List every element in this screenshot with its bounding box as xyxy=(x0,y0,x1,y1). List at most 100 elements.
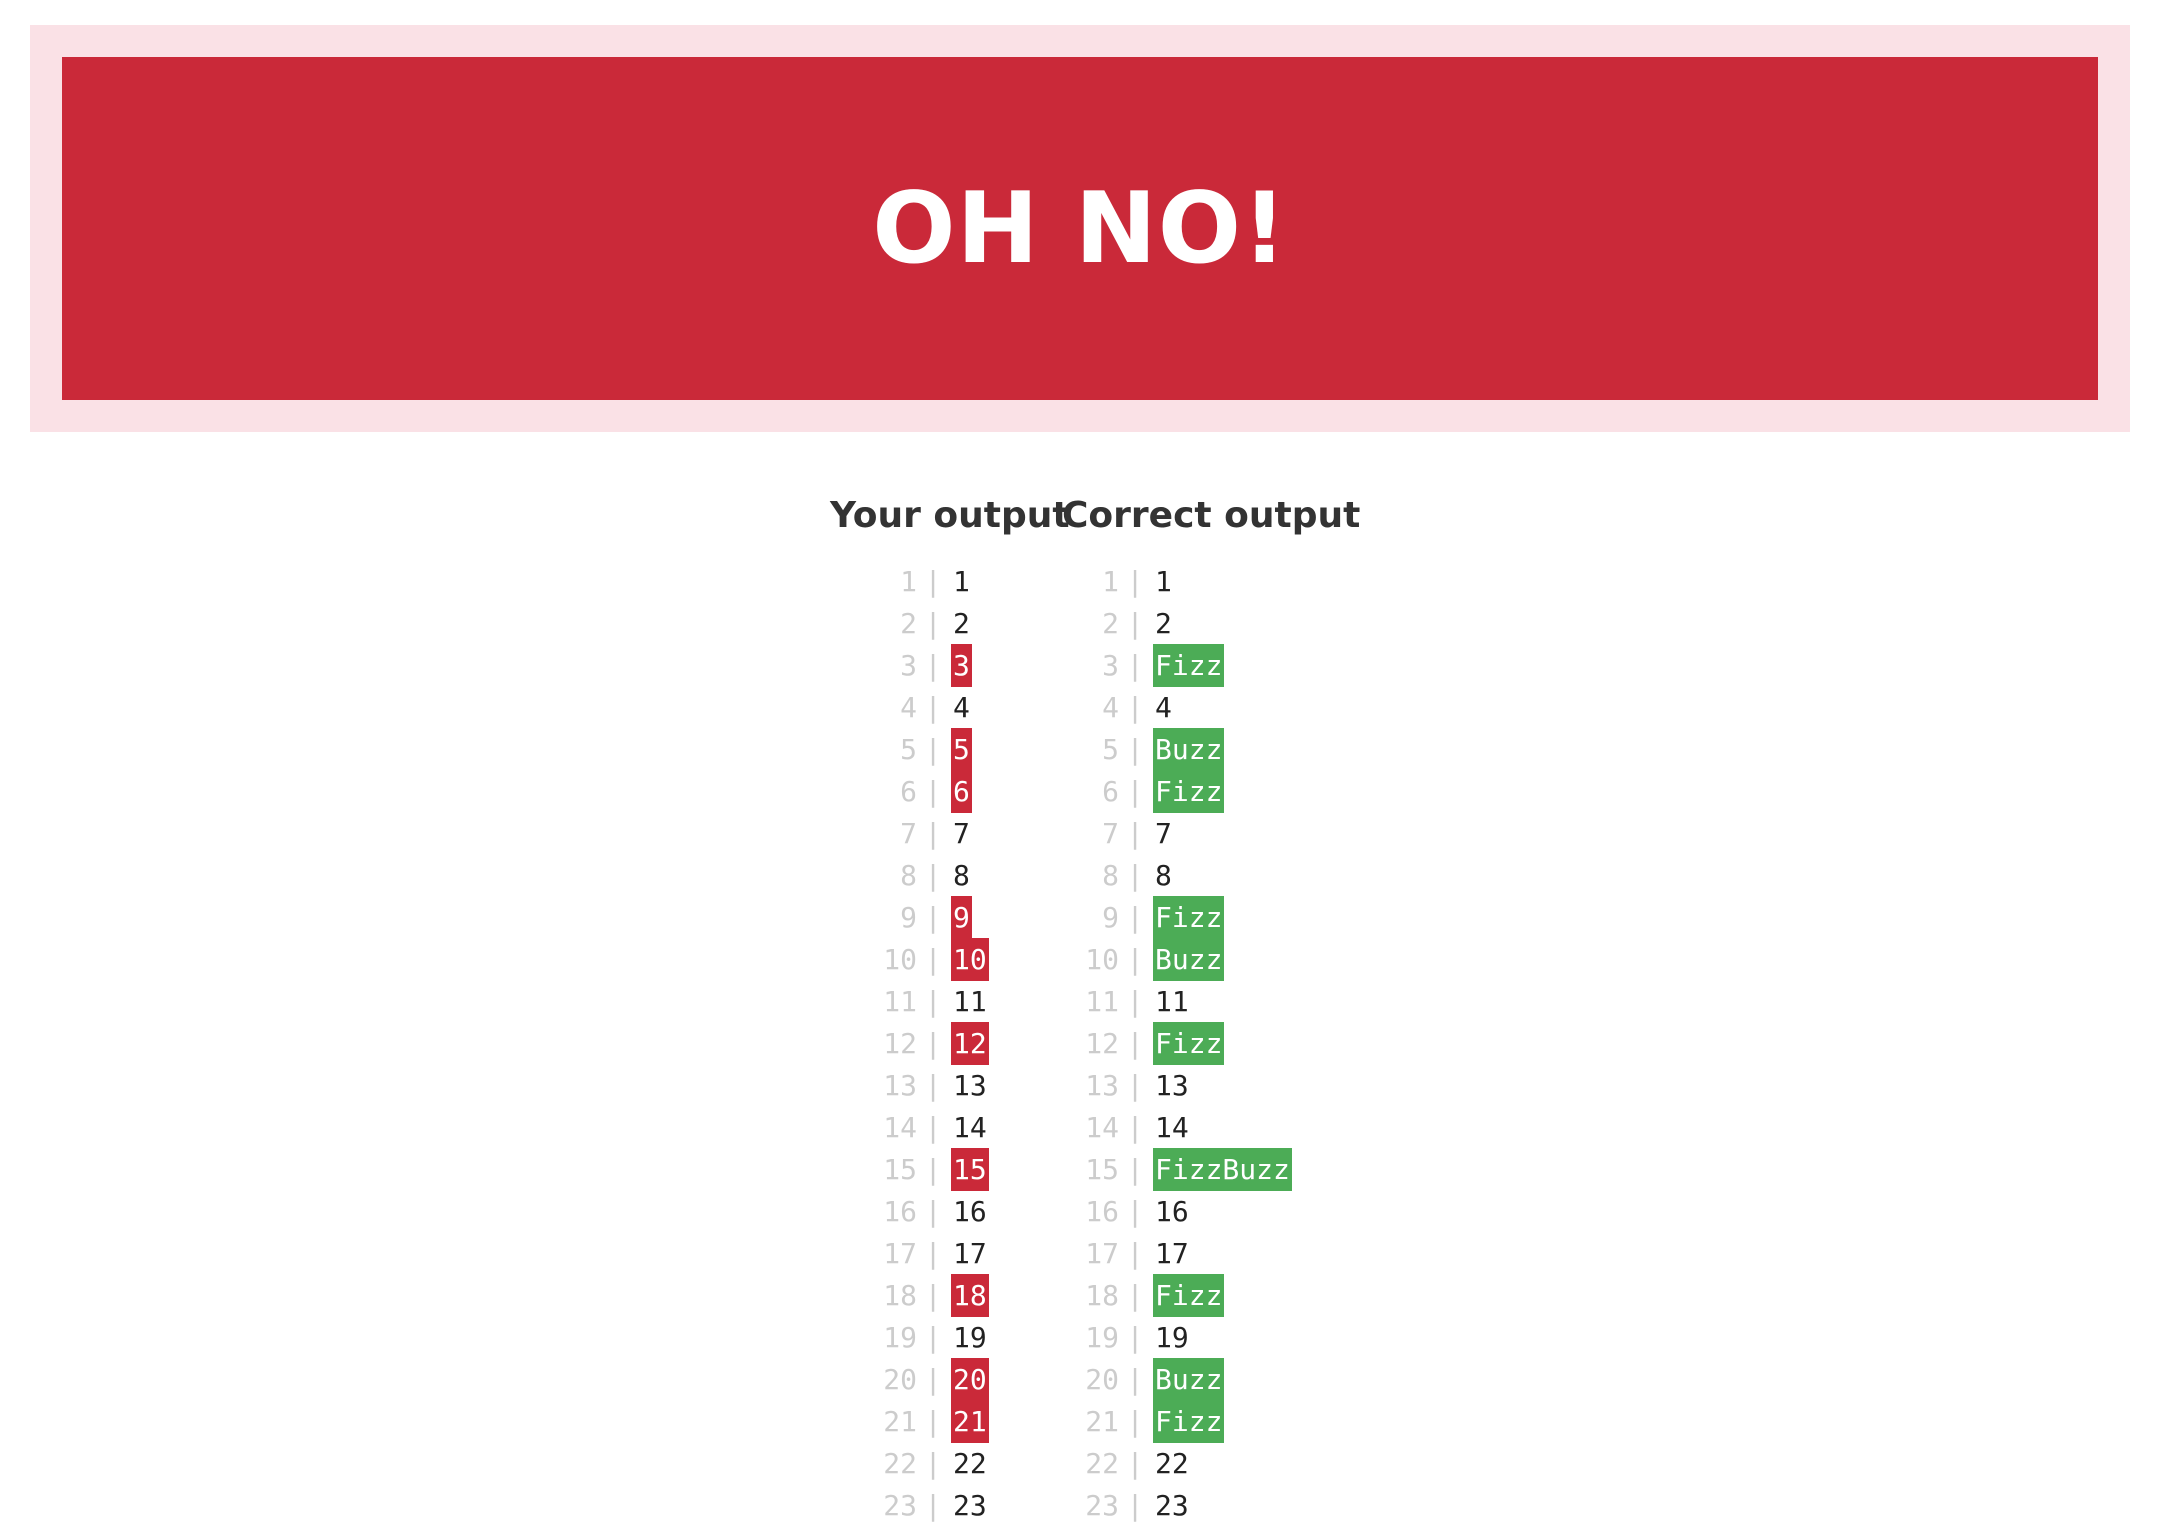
line-number: 14 xyxy=(883,1110,917,1144)
line-number: 10 xyxy=(883,942,917,976)
line-number: 16 xyxy=(883,1194,917,1228)
line-separator: | xyxy=(924,1362,942,1396)
line-number: 13 xyxy=(883,1068,917,1102)
line-separator: | xyxy=(924,1488,942,1522)
correct-output-row: 20 | Buzz xyxy=(1062,1357,1292,1401)
line-separator: | xyxy=(924,732,942,766)
line-number: 4 xyxy=(900,690,917,724)
your-output-value: 17 xyxy=(953,1236,987,1270)
line-separator: | xyxy=(1126,774,1144,808)
line-number: 2 xyxy=(1102,606,1119,640)
your-output-row: 11 | 11 xyxy=(860,980,989,1022)
your-output-row: 18 | 18 xyxy=(860,1273,989,1317)
your-output-row: 19 | 19 xyxy=(860,1316,989,1358)
correct-output-row: 2 | 2 xyxy=(1062,602,1292,644)
your-output-listing: 1 | 1 2 | 2 3 | 3 4 | 4 5 | 5 6 | 6 7 | 7 8 | 8 9 | 9 10 | 10 11 | 11 12 |… xyxy=(860,560,989,1526)
line-number: 18 xyxy=(883,1278,917,1312)
correct-output-row: 6 | Fizz xyxy=(1062,769,1292,813)
your-output-value: 10 xyxy=(951,937,989,981)
line-separator: | xyxy=(924,1446,942,1480)
your-output-value: 5 xyxy=(951,727,972,771)
your-output-value: 3 xyxy=(951,643,972,687)
line-number: 16 xyxy=(1085,1194,1119,1228)
your-output-value: 4 xyxy=(953,690,970,724)
line-separator: | xyxy=(924,858,942,892)
correct-output-row: 7 | 7 xyxy=(1062,812,1292,854)
correct-output-value: Fizz xyxy=(1153,769,1225,813)
correct-output-row: 22 | 22 xyxy=(1062,1442,1292,1484)
error-banner: OH NO! xyxy=(30,25,2130,432)
error-title: OH NO! xyxy=(872,171,1288,286)
line-separator: | xyxy=(1126,1236,1144,1270)
line-separator: | xyxy=(1126,1446,1144,1480)
correct-output-value: 1 xyxy=(1155,564,1172,598)
line-number: 21 xyxy=(883,1404,917,1438)
error-banner-inner: OH NO! xyxy=(62,57,2098,400)
correct-output-value: Buzz xyxy=(1153,1357,1225,1401)
line-number: 12 xyxy=(883,1026,917,1060)
line-separator: | xyxy=(924,690,942,724)
your-output-value: 22 xyxy=(953,1446,987,1480)
line-separator: | xyxy=(1126,1110,1144,1144)
correct-output-value: Fizz xyxy=(1153,895,1225,939)
line-number: 3 xyxy=(1102,648,1119,682)
line-separator: | xyxy=(924,1278,942,1312)
correct-output-value: 22 xyxy=(1155,1446,1189,1480)
line-separator: | xyxy=(924,1026,942,1060)
correct-output-row: 12 | Fizz xyxy=(1062,1021,1292,1065)
line-separator: | xyxy=(924,1236,942,1270)
correct-output-value: 13 xyxy=(1155,1068,1189,1102)
line-number: 5 xyxy=(1102,732,1119,766)
line-number: 12 xyxy=(1085,1026,1119,1060)
correct-output-value: Fizz xyxy=(1153,1273,1225,1317)
your-output-row: 3 | 3 xyxy=(860,643,989,687)
correct-output-value: 17 xyxy=(1155,1236,1189,1270)
your-output-value: 19 xyxy=(953,1320,987,1354)
correct-output-value: 8 xyxy=(1155,858,1172,892)
line-number: 9 xyxy=(900,900,917,934)
correct-output-value: Fizz xyxy=(1153,1399,1225,1443)
line-number: 11 xyxy=(883,984,917,1018)
your-output-value: 1 xyxy=(953,564,970,598)
your-output-value: 7 xyxy=(953,816,970,850)
correct-output-row: 8 | 8 xyxy=(1062,854,1292,896)
correct-output-value: 2 xyxy=(1155,606,1172,640)
line-number: 11 xyxy=(1085,984,1119,1018)
correct-output-row: 15 | FizzBuzz xyxy=(1062,1147,1292,1191)
line-number: 7 xyxy=(1102,816,1119,850)
correct-output-value: FizzBuzz xyxy=(1153,1147,1292,1191)
line-number: 18 xyxy=(1085,1278,1119,1312)
line-number: 13 xyxy=(1085,1068,1119,1102)
line-number: 3 xyxy=(900,648,917,682)
line-number: 23 xyxy=(883,1488,917,1522)
line-separator: | xyxy=(1126,942,1144,976)
your-output-value: 2 xyxy=(953,606,970,640)
line-number: 1 xyxy=(1102,564,1119,598)
your-output-row: 14 | 14 xyxy=(860,1106,989,1148)
your-output-value: 18 xyxy=(951,1273,989,1317)
line-separator: | xyxy=(924,984,942,1018)
line-separator: | xyxy=(1126,564,1144,598)
line-number: 19 xyxy=(1085,1320,1119,1354)
line-separator: | xyxy=(924,648,942,682)
line-number: 8 xyxy=(900,858,917,892)
correct-output-row: 5 | Buzz xyxy=(1062,727,1292,771)
your-output-value: 23 xyxy=(953,1488,987,1522)
correct-output-row: 13 | 13 xyxy=(1062,1064,1292,1106)
line-number: 4 xyxy=(1102,690,1119,724)
line-separator: | xyxy=(924,606,942,640)
correct-output-value: 11 xyxy=(1155,984,1189,1018)
your-output-row: 5 | 5 xyxy=(860,727,989,771)
line-number: 22 xyxy=(883,1446,917,1480)
line-separator: | xyxy=(1126,732,1144,766)
line-number: 20 xyxy=(1085,1362,1119,1396)
line-number: 15 xyxy=(1085,1152,1119,1186)
correct-output-row: 23 | 23 xyxy=(1062,1484,1292,1526)
line-separator: | xyxy=(924,564,942,598)
line-separator: | xyxy=(1126,1068,1144,1102)
your-output-row: 15 | 15 xyxy=(860,1147,989,1191)
line-separator: | xyxy=(1126,858,1144,892)
correct-output-row: 3 | Fizz xyxy=(1062,643,1292,687)
correct-output-row: 10 | Buzz xyxy=(1062,937,1292,981)
line-number: 8 xyxy=(1102,858,1119,892)
